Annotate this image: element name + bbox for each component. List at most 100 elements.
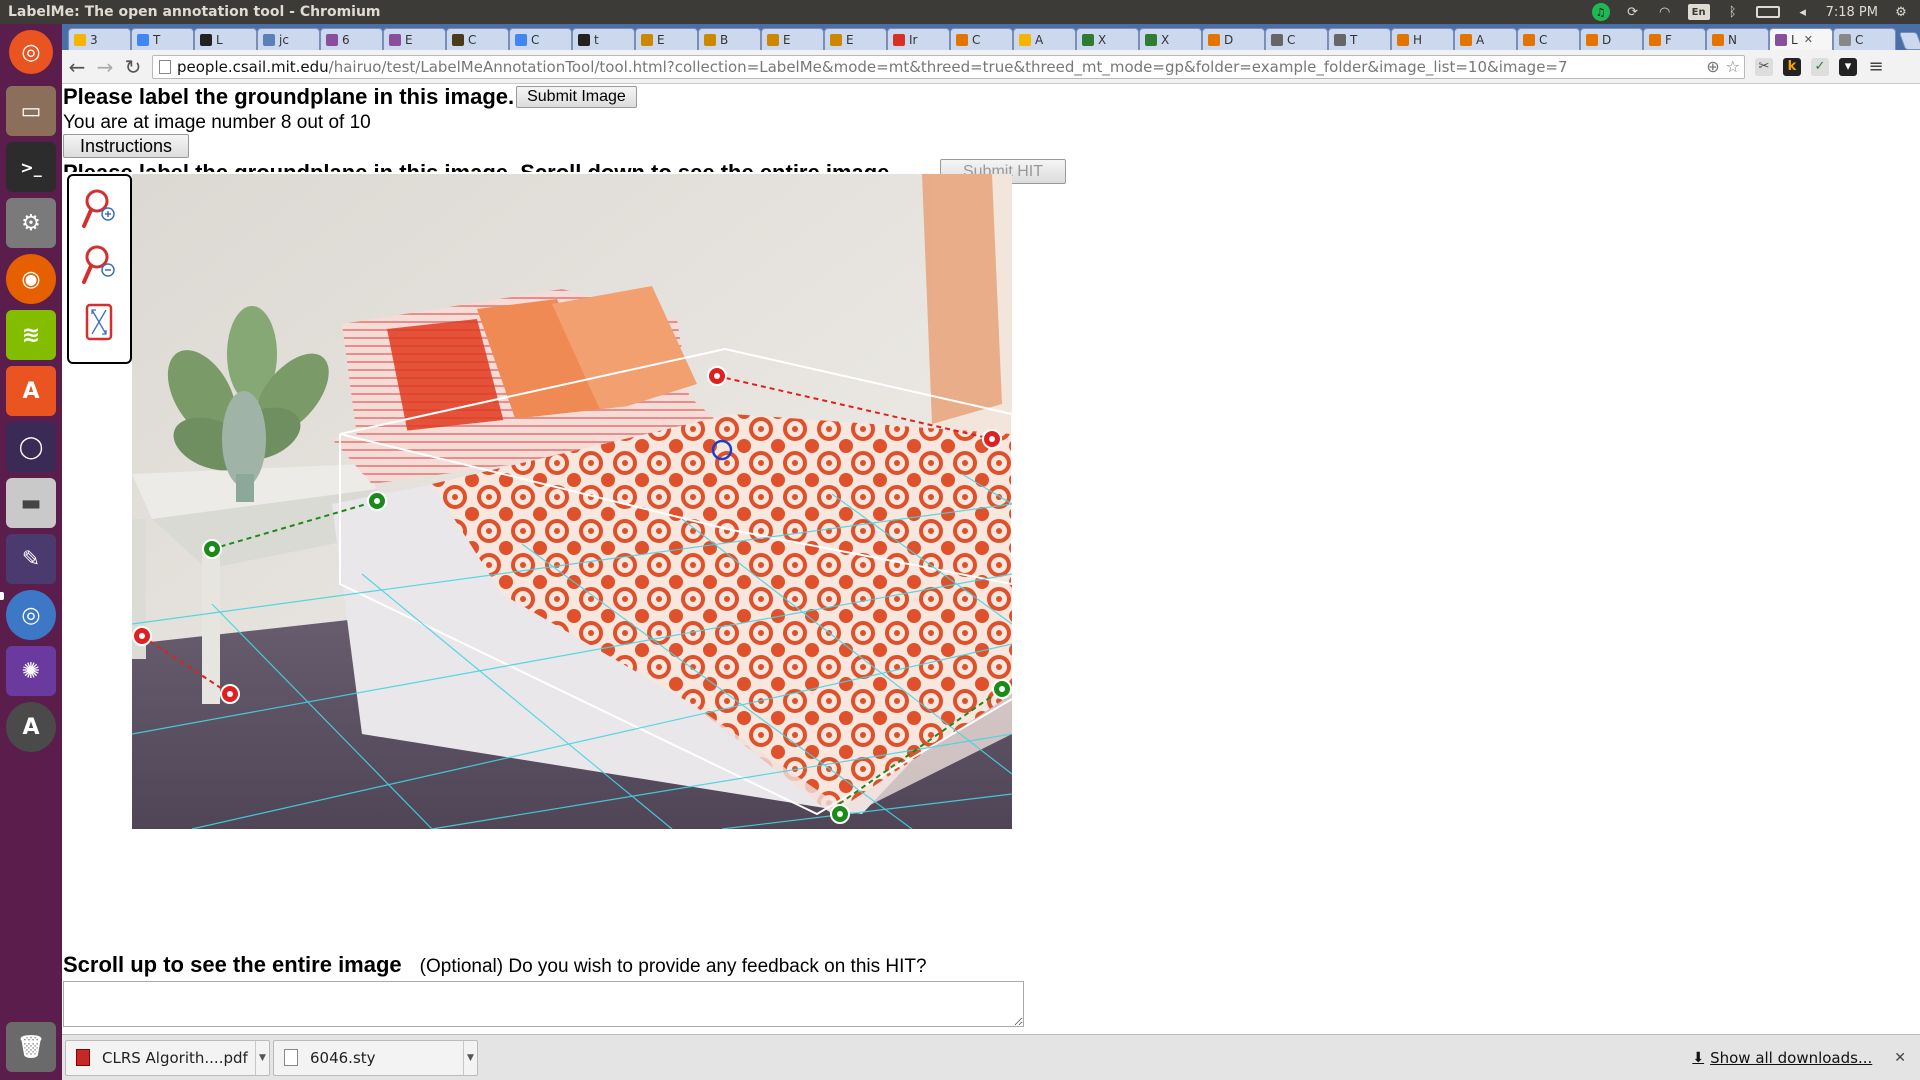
tab-favicon-icon — [1839, 33, 1851, 46]
tab[interactable]: A — [1454, 28, 1517, 50]
tab[interactable]: t — [572, 28, 635, 50]
control-point-green-2[interactable] — [367, 491, 387, 511]
tab[interactable]: L — [194, 28, 257, 50]
files-icon[interactable]: ▭ — [6, 86, 56, 136]
extension-checker-icon[interactable]: ✓ — [1811, 57, 1829, 76]
bookmark-star-icon[interactable]: ☆ — [1726, 57, 1740, 76]
annotation-canvas[interactable] — [132, 174, 1012, 829]
new-tab-button[interactable] — [1898, 32, 1920, 50]
tab[interactable]: C — [509, 28, 572, 50]
inkscape-icon[interactable]: ✎ — [6, 534, 56, 584]
wifi-icon[interactable]: ◠ — [1656, 3, 1674, 21]
control-point-green-3[interactable] — [992, 679, 1012, 699]
zoom-icon[interactable]: ⊕ — [1706, 57, 1719, 76]
zoom-out-icon[interactable] — [82, 244, 118, 286]
fit-image-icon[interactable] — [82, 302, 118, 344]
tab-strip: 3 T Ljc 6 E C Ct E B E E Ir C A X X D C T H A C D F N L ✕ C — [62, 24, 1920, 50]
reload-icon[interactable]: ↻ — [120, 54, 146, 80]
tab[interactable]: E — [824, 28, 887, 50]
tab[interactable]: E — [761, 28, 824, 50]
tab-favicon-icon — [1208, 33, 1220, 46]
trash-icon[interactable]: 🗑 — [6, 1022, 56, 1072]
tab[interactable]: jc — [257, 28, 320, 50]
control-point-red-4[interactable] — [220, 684, 240, 704]
submit-image-button[interactable]: Submit Image — [516, 86, 637, 108]
secondary-heading-text: Please label the groundplane in this ima… — [63, 160, 896, 172]
tab-active[interactable]: L ✕ — [1769, 28, 1833, 50]
tab-label: L — [1791, 32, 1798, 47]
tab[interactable]: E — [635, 28, 698, 50]
tab-label: C — [468, 32, 477, 47]
instructions-button[interactable]: Instructions — [63, 134, 189, 158]
software-updater-icon[interactable]: A — [6, 702, 56, 752]
clock[interactable]: 7:18 PM — [1826, 5, 1878, 20]
menu-icon[interactable]: ≡ — [1867, 56, 1885, 77]
control-point-red-3[interactable] — [132, 626, 152, 646]
disk-icon[interactable]: ▬ — [6, 478, 56, 528]
tab[interactable]: B — [698, 28, 761, 50]
chromium-icon[interactable]: ◎ — [6, 590, 56, 640]
indicator-area: ♫ ⟳ ◠ En ᛒ ◂ 7:18 PM ⚙ — [1591, 3, 1920, 21]
control-point-green-1[interactable] — [202, 539, 222, 559]
tab-favicon-icon — [1397, 33, 1409, 46]
control-point-red-1[interactable] — [707, 366, 727, 386]
spotify-icon[interactable]: ≋ — [6, 310, 56, 360]
software-center-icon[interactable]: A — [6, 366, 56, 416]
address-bar[interactable]: people.csail.mit.edu/hairuo/test/LabelMe… — [152, 54, 1745, 79]
show-all-downloads-link[interactable]: ⬇ Show all downloads... — [1692, 1049, 1872, 1067]
sync-icon[interactable]: ⟳ — [1624, 3, 1642, 21]
tab[interactable]: F — [1643, 28, 1706, 50]
zoom-in-icon[interactable] — [82, 188, 118, 230]
control-point-green-4[interactable] — [830, 804, 850, 824]
tab-favicon-icon — [1712, 33, 1724, 46]
feedback-textarea[interactable] — [63, 981, 1024, 1027]
tab-favicon-icon — [74, 33, 86, 46]
forward-arrow-icon[interactable]: → — [92, 54, 118, 80]
download-item-pdf[interactable]: CLRS Algorith....pdf ▼ — [65, 1039, 270, 1076]
tab[interactable]: C — [1833, 28, 1896, 50]
battery-icon[interactable] — [1755, 6, 1780, 18]
control-point-red-2[interactable] — [982, 429, 1002, 449]
tab[interactable]: E — [383, 28, 446, 50]
back-arrow-icon[interactable]: ← — [64, 54, 90, 80]
tab[interactable]: H — [1391, 28, 1454, 50]
tab[interactable]: N — [1706, 28, 1769, 50]
tab[interactable]: X — [1076, 28, 1139, 50]
tab[interactable]: T — [131, 28, 194, 50]
tab[interactable]: C — [1265, 28, 1328, 50]
volume-icon[interactable]: ◂ — [1794, 3, 1812, 21]
tab[interactable]: C — [446, 28, 509, 50]
tab-favicon-icon — [767, 33, 779, 46]
chevron-down-icon[interactable]: ▼ — [463, 1040, 477, 1075]
tab[interactable]: T — [1328, 28, 1391, 50]
tab-label: Ir — [909, 32, 918, 47]
chevron-down-icon[interactable]: ▼ — [255, 1040, 269, 1075]
bluetooth-icon[interactable]: ᛒ — [1724, 3, 1742, 21]
shotwell-icon[interactable]: ✺ — [6, 646, 56, 696]
terminal-icon[interactable]: >_ — [6, 142, 56, 192]
ubuntu-dash-icon[interactable]: ◎ — [9, 30, 53, 74]
tab[interactable]: A — [1013, 28, 1076, 50]
tab[interactable]: 6 — [320, 28, 383, 50]
tab-favicon-icon — [326, 33, 338, 46]
system-settings-icon[interactable]: ⚙ — [6, 198, 56, 248]
tab[interactable]: C — [950, 28, 1013, 50]
unity-tweak-icon[interactable]: ◯ — [6, 422, 56, 472]
tab-favicon-icon — [830, 33, 842, 46]
tab[interactable]: C — [1517, 28, 1580, 50]
tab[interactable]: D — [1202, 28, 1265, 50]
extension-k-icon[interactable]: k — [1783, 57, 1801, 76]
pocket-icon[interactable]: ▾ — [1839, 57, 1857, 76]
spotify-indicator-icon[interactable]: ♫ — [1591, 3, 1610, 21]
settings-gear-icon[interactable]: ⚙ — [1892, 3, 1910, 21]
firefox-icon[interactable]: ◉ — [6, 254, 56, 304]
tab[interactable]: D — [1580, 28, 1643, 50]
tab[interactable]: 3 — [68, 28, 131, 50]
tab[interactable]: X — [1139, 28, 1202, 50]
extension-tools-icon[interactable]: ✂ — [1755, 57, 1773, 76]
keyboard-layout-indicator[interactable]: En — [1687, 4, 1710, 20]
close-icon[interactable]: ✕ — [1894, 1050, 1906, 1066]
tab[interactable]: Ir — [887, 28, 950, 50]
download-item-sty[interactable]: 6046.sty ▼ — [273, 1039, 478, 1076]
tab-close-icon[interactable]: ✕ — [1804, 33, 1813, 46]
